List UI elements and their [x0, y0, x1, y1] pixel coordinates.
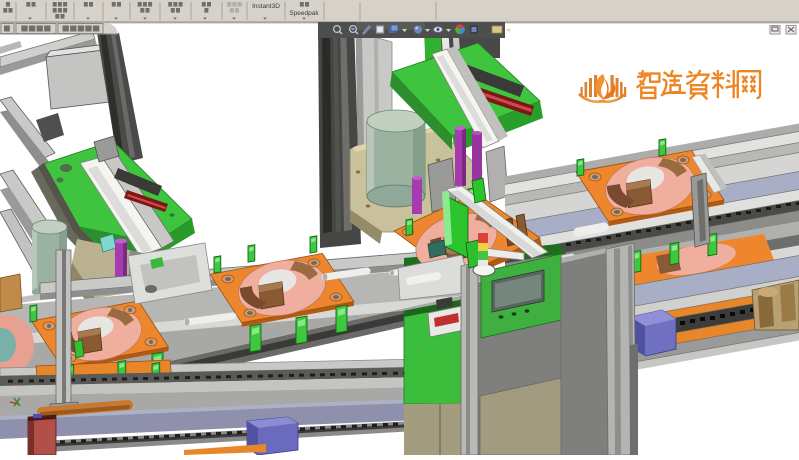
svg-text:Instant3D: Instant3D: [252, 3, 280, 10]
svg-text:Speedpak: Speedpak: [289, 10, 319, 17]
